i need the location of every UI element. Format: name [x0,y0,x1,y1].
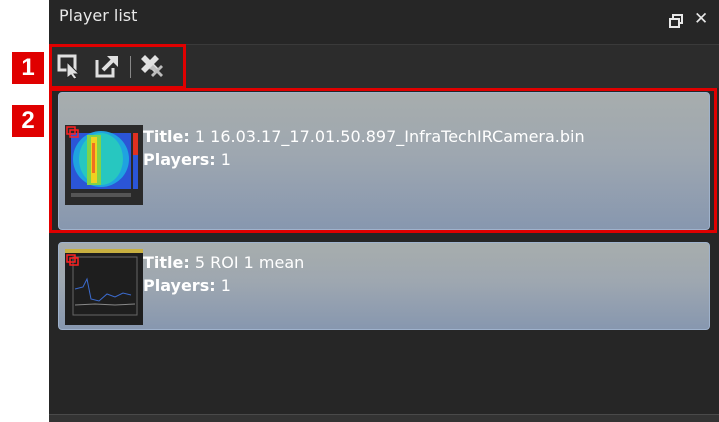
plot-thumbnail [65,249,143,325]
toolbar-highlight-frame [49,44,186,89]
panel-titlebar: Player list ✕ [49,0,719,44]
players-label: Players: [143,276,216,295]
restore-window-icon[interactable] [669,14,683,28]
panel-title: Player list [59,6,138,25]
player-info: Title: 5 ROI 1 mean Players: 1 [143,251,304,297]
player-title: 5 ROI 1 mean [194,253,305,272]
player-item[interactable]: Title: 5 ROI 1 mean Players: 1 [58,242,710,330]
item-highlight-frame [49,88,717,233]
title-label: Title: [143,253,190,272]
close-icon[interactable]: ✕ [694,11,708,28]
callout-2: 2 [12,105,44,137]
players-count: 1 [220,276,231,295]
callout-1: 1 [12,52,44,84]
